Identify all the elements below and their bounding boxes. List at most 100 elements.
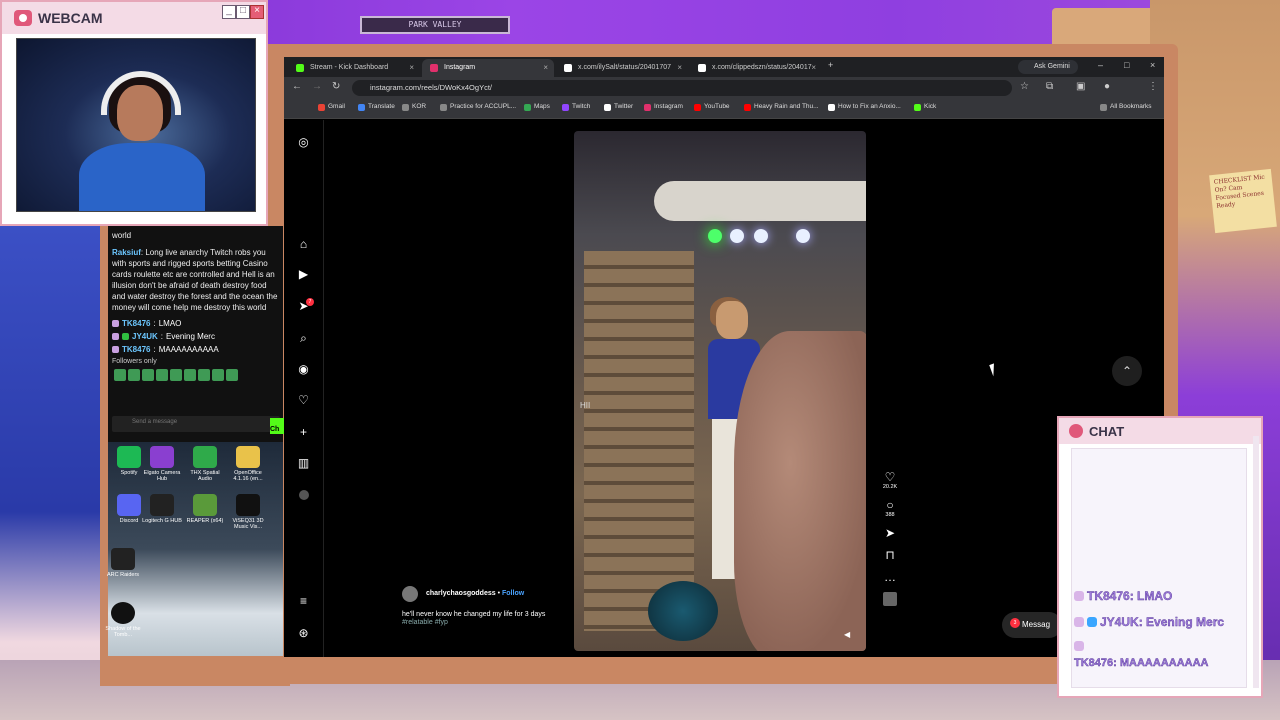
all-bookmarks-button[interactable]: All Bookmarks bbox=[1100, 103, 1152, 111]
forward-icon[interactable]: → bbox=[312, 81, 322, 92]
bookmark-anxiety[interactable]: How to Fix an Anxio... bbox=[828, 103, 901, 111]
bookmark-heavy-rain[interactable]: Heavy Rain and Thu... bbox=[744, 103, 819, 111]
desktop-icon-elgato[interactable]: Elgato Camera Hub bbox=[141, 446, 183, 482]
browser-menu-icon[interactable]: ⋮ bbox=[1148, 81, 1158, 92]
create-icon[interactable]: + bbox=[297, 426, 310, 439]
bookmark-star-icon[interactable]: ☆ bbox=[1020, 81, 1029, 92]
share-button[interactable]: ➤ bbox=[880, 526, 900, 540]
mute-icon[interactable]: ◀ bbox=[844, 630, 850, 639]
webcam-close-button[interactable]: × bbox=[250, 5, 264, 19]
desktop-icon-viseq[interactable]: ViSEQ31 3D Music Vis... bbox=[227, 494, 269, 530]
room-sign: PARK VALLEY bbox=[360, 16, 510, 34]
more-options-button[interactable]: … bbox=[880, 570, 900, 584]
sidepanel-icon[interactable]: ▣ bbox=[1076, 81, 1085, 92]
desktop-icon-logitech[interactable]: Logitech G HUB bbox=[141, 494, 183, 524]
audio-button[interactable] bbox=[880, 592, 900, 606]
video-chair bbox=[648, 581, 718, 641]
home-icon[interactable]: ⌂ bbox=[297, 238, 310, 251]
youtube-icon bbox=[694, 104, 701, 111]
url-field[interactable]: instagram.com/reels/DWoKx4OgYct/ bbox=[352, 80, 1012, 96]
instagram-logo-icon[interactable]: ◎ bbox=[297, 136, 310, 149]
desktop-icon-arc-raiders[interactable]: ARC Raiders bbox=[102, 548, 144, 578]
profile-avatar-icon[interactable] bbox=[299, 490, 309, 500]
bookmark-kick[interactable]: Kick bbox=[914, 103, 936, 111]
threads-icon[interactable]: ⊛ bbox=[297, 627, 310, 640]
browser-window: Stream - Kick Dashboard × Instagram × x.co… bbox=[284, 57, 1164, 657]
previous-reel-button[interactable]: ⌃ bbox=[1112, 356, 1142, 386]
bookmark-youtube[interactable]: YouTube bbox=[694, 103, 730, 111]
follow-button[interactable]: Follow bbox=[502, 590, 524, 597]
maximize-button[interactable]: □ bbox=[1124, 60, 1129, 70]
emote-icon[interactable] bbox=[128, 369, 140, 381]
minimize-button[interactable]: – bbox=[1098, 60, 1103, 70]
bookmark-twitter[interactable]: Twitter bbox=[604, 103, 633, 111]
avatar[interactable] bbox=[402, 586, 418, 602]
desktop-icon-reaper[interactable]: REAPER (x64) bbox=[184, 494, 226, 524]
bookmark-accuplacer[interactable]: Practice for ACCUPL... bbox=[440, 103, 516, 111]
webcam-feed bbox=[16, 38, 256, 212]
bookmark-kor[interactable]: KOR bbox=[402, 103, 426, 111]
emote-icon[interactable] bbox=[212, 369, 224, 381]
search-icon[interactable]: ⌕ bbox=[297, 332, 310, 345]
dashboard-icon[interactable]: ▥ bbox=[297, 457, 310, 470]
chat-overlay-body: TK8476: LMAO JY4UK: Evening Merc TK8476:… bbox=[1071, 448, 1247, 688]
chat-overlay-message: TK8476: LMAO bbox=[1074, 589, 1173, 603]
reload-icon[interactable]: ↻ bbox=[332, 81, 340, 92]
close-tab-icon[interactable]: × bbox=[811, 59, 816, 77]
explore-icon[interactable]: ◉ bbox=[297, 363, 310, 376]
reel-video[interactable]: HII bbox=[574, 131, 866, 651]
extensions-icon[interactable]: ⧉ bbox=[1046, 81, 1053, 92]
desktop-icon-thx[interactable]: THX Spatial Audio bbox=[184, 446, 226, 482]
bookmark-translate[interactable]: Translate bbox=[358, 103, 395, 111]
ask-gemini-button[interactable]: Ask Gemini bbox=[1018, 60, 1078, 74]
tab-kick-dashboard[interactable]: Stream - Kick Dashboard × bbox=[288, 59, 420, 77]
caption-tags[interactable]: #relatable #fyp bbox=[402, 619, 562, 626]
bookmark-maps[interactable]: Maps bbox=[524, 103, 550, 111]
emote-icon[interactable] bbox=[226, 369, 238, 381]
back-icon[interactable]: ← bbox=[292, 81, 302, 92]
like-button[interactable]: ♡ 20.2K bbox=[880, 470, 900, 490]
video-overlay-text: HII bbox=[580, 401, 591, 410]
close-tab-icon[interactable]: × bbox=[677, 59, 682, 77]
webcam-minimize-button[interactable]: _ bbox=[222, 5, 236, 19]
desktop-icon-shadow-tomb[interactable]: Shadow of the Tomb... bbox=[102, 602, 144, 638]
twitch-icon bbox=[562, 104, 569, 111]
reel-username[interactable]: charlychaosgoddess bbox=[426, 590, 496, 597]
emote-icon[interactable] bbox=[184, 369, 196, 381]
new-tab-button[interactable]: + bbox=[828, 60, 833, 70]
cube-badge-icon bbox=[1087, 617, 1097, 627]
desktop-area: Spotify Elgato Camera Hub THX Spatial Au… bbox=[105, 442, 283, 656]
bookmark-gmail[interactable]: Gmail bbox=[318, 103, 345, 111]
video-light bbox=[796, 229, 810, 243]
reels-icon[interactable]: ▶ bbox=[297, 268, 310, 281]
chat-send-button[interactable]: Ch bbox=[270, 418, 284, 434]
video-light bbox=[730, 229, 744, 243]
chat-input[interactable]: Send a message bbox=[112, 416, 280, 432]
tab-x-clippedszn[interactable]: x.com/clippedszn/status/204017 × bbox=[690, 59, 822, 77]
webcam-maximize-button[interactable]: □ bbox=[236, 5, 250, 19]
chat-scrollbar[interactable] bbox=[1253, 436, 1259, 688]
chat-message: TK8476: LMAO bbox=[108, 317, 283, 330]
messages-button[interactable]: 3 Messag bbox=[1002, 612, 1062, 638]
comment-icon: ○ bbox=[886, 498, 894, 512]
desktop-icon-openoffice[interactable]: OpenOffice 4.1.16 (en... bbox=[227, 446, 269, 482]
profile-icon[interactable]: ● bbox=[1104, 81, 1110, 92]
heart-icon[interactable]: ♡ bbox=[297, 394, 310, 407]
emote-icon[interactable] bbox=[114, 369, 126, 381]
close-tab-icon[interactable]: × bbox=[543, 59, 548, 77]
bookmark-instagram[interactable]: Instagram bbox=[644, 103, 683, 111]
emote-icon[interactable] bbox=[198, 369, 210, 381]
tab-x-ilysalt[interactable]: x.com/ilySalt/status/20401707 × bbox=[556, 59, 688, 77]
bookmark-twitch[interactable]: Twitch bbox=[562, 103, 590, 111]
close-window-button[interactable]: × bbox=[1150, 60, 1155, 70]
menu-icon[interactable]: ≡ bbox=[297, 595, 310, 608]
save-button[interactable]: ⊓ bbox=[880, 548, 900, 562]
close-tab-icon[interactable]: × bbox=[409, 59, 414, 77]
room-wall-left bbox=[0, 200, 110, 720]
reel-actions: ♡ 20.2K ○ 388 ➤ ⊓ … bbox=[880, 470, 900, 614]
tab-instagram[interactable]: Instagram × bbox=[422, 59, 554, 77]
comment-button[interactable]: ○ 388 bbox=[880, 498, 900, 518]
emote-icon[interactable] bbox=[142, 369, 154, 381]
emote-icon[interactable] bbox=[170, 369, 182, 381]
emote-icon[interactable] bbox=[156, 369, 168, 381]
